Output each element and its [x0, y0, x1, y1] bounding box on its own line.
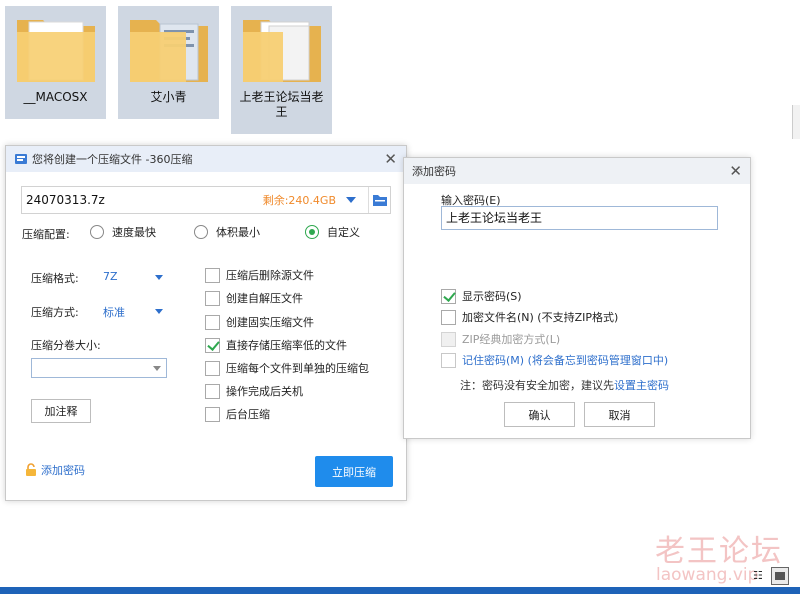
checkbox-label: 压缩每个文件到单独的压缩包 [226, 362, 369, 375]
folder-name: 上老王论坛当老王 [239, 90, 324, 119]
folder-icon [16, 20, 95, 82]
background-window-edge [792, 105, 800, 139]
checkbox[interactable] [441, 309, 456, 325]
add-password-link[interactable]: 添加密码 [24, 462, 85, 478]
encrypt-filenames-checkbox[interactable]: 加密文件名(N) (不支持ZIP格式) [441, 309, 618, 325]
free-space-label: 剩余:240.4GB [262, 194, 336, 207]
password-dialog-titlebar[interactable]: 添加密码 ✕ [404, 158, 750, 184]
option-separate-archives[interactable]: 压缩每个文件到单独的压缩包 [205, 360, 369, 376]
checkbox-label: ZIP经典加密方式(L) [462, 333, 561, 346]
browse-folder-button[interactable] [368, 187, 390, 213]
format-dropdown-icon[interactable] [155, 275, 163, 280]
format-select-value[interactable]: 7Z [103, 270, 118, 283]
desktop-folder-aixiaoqing[interactable]: 艾小青 [118, 6, 219, 119]
confirm-button[interactable]: 确认 [504, 402, 575, 427]
option-delete-source[interactable]: 压缩后删除源文件 [205, 267, 314, 283]
radio-circle[interactable] [90, 225, 104, 239]
checkbox-label: 压缩后删除源文件 [226, 269, 314, 282]
folder-name: 艾小青 [150, 90, 187, 104]
keyboard-icon[interactable]: ☷ [753, 570, 765, 582]
checkbox-label: 创建固实压缩文件 [226, 316, 314, 329]
path-dropdown-icon[interactable] [346, 197, 356, 203]
remember-password-checkbox[interactable]: 记住密码(M) (将会备忘到密码管理窗口中) [441, 352, 668, 368]
note-text: 注：密码没有安全加密，建议先 [460, 379, 614, 392]
desktop-folder-laowang[interactable]: 上老王论坛当老王 [231, 6, 332, 134]
password-dialog-title: 添加密码 [412, 165, 456, 178]
dialog-title: 您将创建一个压缩文件 -360压缩 [32, 153, 193, 166]
security-note: 注：密码没有安全加密，建议先设置主密码 [460, 377, 669, 393]
split-dropdown-icon[interactable] [153, 366, 161, 371]
radio-custom[interactable]: 自定义 [305, 224, 360, 240]
close-icon[interactable]: ✕ [384, 150, 397, 168]
radio-circle-selected[interactable] [305, 225, 319, 239]
checkbox-disabled [441, 331, 456, 347]
output-path-value[interactable]: 24070313.7z [22, 193, 263, 207]
radio-label: 自定义 [327, 226, 360, 239]
checkbox[interactable] [205, 383, 220, 399]
app-360zip-icon [15, 154, 27, 164]
folder-name: __MACOSX [23, 90, 88, 104]
checkbox[interactable] [441, 352, 456, 368]
option-store-low-ratio[interactable]: 直接存储压缩率低的文件 [205, 337, 347, 353]
split-size-label: 压缩分卷大小: [31, 339, 101, 352]
checkbox[interactable] [205, 267, 220, 283]
watermark-text-cn: 老王论坛 [655, 534, 783, 569]
checkbox-label: 加密文件名(N) (不支持ZIP格式) [462, 311, 619, 324]
output-path-field[interactable]: 24070313.7z 剩余:240.4GB [21, 186, 391, 214]
option-solid-archive[interactable]: 创建固实压缩文件 [205, 314, 314, 330]
system-tray: ☷ [751, 565, 791, 587]
folder-icon [242, 20, 321, 82]
radio-size-smallest[interactable]: 体积最小 [194, 224, 260, 240]
checkbox[interactable] [205, 360, 220, 376]
option-shutdown-after[interactable]: 操作完成后关机 [205, 383, 303, 399]
watermark-text-en: laowang.vip [656, 565, 759, 585]
compress-now-button[interactable]: 立即压缩 [315, 456, 393, 487]
zip-classic-checkbox: ZIP经典加密方式(L) [441, 331, 560, 347]
notification-icon[interactable] [771, 567, 789, 585]
checkbox-label: 创建自解压文件 [226, 292, 303, 305]
radio-circle[interactable] [194, 225, 208, 239]
method-label: 压缩方式: [31, 306, 79, 319]
close-icon[interactable]: ✕ [729, 162, 742, 180]
split-size-combobox[interactable] [31, 358, 167, 378]
checkbox-label: 显示密码(S) [462, 290, 522, 303]
taskbar [0, 587, 800, 594]
radio-label: 速度最快 [112, 226, 156, 239]
checkbox-label: 记住密码(M) (将会备忘到密码管理窗口中) [462, 354, 669, 367]
set-master-password-link[interactable]: 设置主密码 [614, 379, 669, 392]
checkbox-label: 操作完成后关机 [226, 385, 303, 398]
add-password-label[interactable]: 添加密码 [41, 462, 85, 478]
radio-speed-fastest[interactable]: 速度最快 [90, 224, 156, 240]
lock-icon [26, 463, 36, 476]
checkbox-checked[interactable] [205, 337, 220, 353]
cancel-button[interactable]: 取消 [584, 402, 655, 427]
checkbox[interactable] [205, 314, 220, 330]
method-dropdown-icon[interactable] [155, 309, 163, 314]
folder-icon [129, 20, 208, 82]
config-label: 压缩配置: [22, 228, 70, 241]
checkbox-label: 直接存储压缩率低的文件 [226, 339, 347, 352]
compress-dialog-titlebar[interactable]: 您将创建一个压缩文件 -360压缩 ✕ [6, 146, 406, 172]
format-label: 压缩格式: [31, 272, 79, 285]
show-password-checkbox[interactable]: 显示密码(S) [441, 288, 522, 304]
checkbox-checked[interactable] [441, 288, 456, 304]
folder-browse-icon [372, 195, 387, 206]
method-select-value[interactable]: 标准 [103, 304, 125, 320]
option-background[interactable]: 后台压缩 [205, 406, 270, 422]
password-input[interactable]: 上老王论坛当老王 [441, 206, 718, 230]
desktop-folder-macosx[interactable]: __MACOSX [5, 6, 106, 119]
password-dialog: 添加密码 ✕ 输入密码(E) 上老王论坛当老王 显示密码(S) 加密文件名(N)… [403, 157, 751, 439]
add-comment-button[interactable]: 加注释 [31, 399, 91, 423]
checkbox-label: 后台压缩 [226, 408, 270, 421]
checkbox[interactable] [205, 406, 220, 422]
compress-dialog: 您将创建一个压缩文件 -360压缩 ✕ 24070313.7z 剩余:240.4… [5, 145, 407, 501]
option-self-extracting[interactable]: 创建自解压文件 [205, 290, 303, 306]
radio-label: 体积最小 [216, 226, 260, 239]
checkbox[interactable] [205, 290, 220, 306]
